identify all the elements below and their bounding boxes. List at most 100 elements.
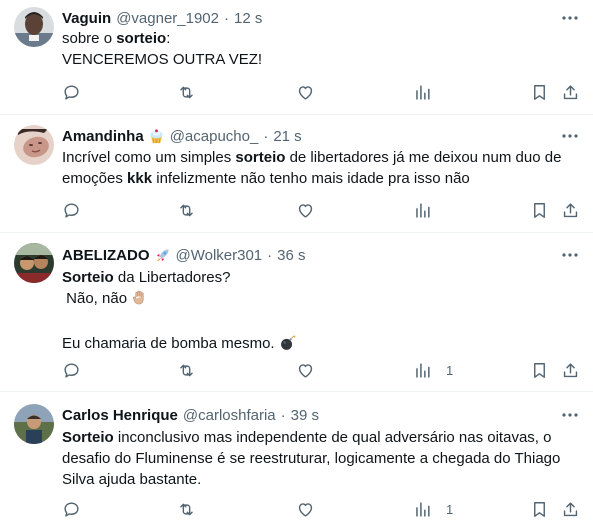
tweet-text: sobre o sorteio: VENCEREMOS OUTRA VEZ!: [62, 28, 569, 70]
display-name[interactable]: ABELIZADO: [62, 247, 150, 264]
timestamp[interactable]: 21 s: [273, 128, 301, 145]
share-icon: [563, 202, 578, 217]
rocket-emoji-icon: [154, 247, 171, 264]
user-handle[interactable]: @acapucho_: [170, 128, 259, 145]
more-options-icon[interactable]: [561, 127, 579, 145]
retweet-icon: [180, 503, 193, 515]
avatar[interactable]: [14, 243, 54, 283]
avatar[interactable]: [14, 7, 54, 47]
like-button[interactable]: [296, 359, 315, 381]
bookmark-button[interactable]: [530, 498, 549, 520]
reply-button[interactable]: [62, 359, 81, 381]
views-button[interactable]: 1: [413, 498, 453, 520]
user-handle[interactable]: @Wolker301: [176, 247, 263, 264]
like-button[interactable]: [296, 199, 315, 221]
avatar[interactable]: [14, 125, 54, 165]
tweet-feed: Vaguin @vagner_1902 · 12 s sobre o sorte…: [0, 0, 593, 524]
heart-icon: [298, 85, 313, 100]
tweet[interactable]: Vaguin @vagner_1902 · 12 s sobre o sorte…: [0, 0, 593, 115]
share-button[interactable]: [561, 81, 580, 103]
bookmark-button[interactable]: [530, 199, 549, 221]
retweet-icon: [180, 364, 193, 376]
avatar[interactable]: [14, 404, 54, 444]
bookmark-button[interactable]: [530, 359, 549, 381]
tweet-text: Incrível como um simples sorteio de libe…: [62, 147, 569, 189]
retweet-button[interactable]: [177, 199, 196, 221]
bookmark-icon: [534, 84, 545, 100]
share-button[interactable]: [561, 498, 580, 520]
like-button[interactable]: [296, 81, 315, 103]
more-options-icon[interactable]: [561, 9, 579, 27]
tweet-actions: 1: [0, 498, 593, 520]
retweet-button[interactable]: [177, 498, 196, 520]
timestamp[interactable]: 12 s: [234, 10, 262, 27]
tweet-text: Sorteio da Libertadores? Não, não Eu cha…: [62, 267, 569, 357]
tweet-line: emoções kkk infelizmente não tenho mais …: [62, 170, 470, 187]
user-handle[interactable]: @carloshfaria: [183, 407, 276, 424]
views-chart-icon: [416, 202, 430, 218]
tweet[interactable]: Carlos Henrique @carloshfaria · 39 s Sor…: [0, 392, 593, 524]
heart-icon: [298, 203, 313, 218]
bookmark-icon: [534, 362, 545, 378]
views-button[interactable]: [413, 81, 446, 103]
tweet-line: Silva ajuda bastante.: [62, 471, 202, 488]
bookmark-icon: [534, 202, 545, 218]
views-chart-icon: [416, 362, 430, 378]
tweet-actions: [0, 81, 593, 103]
retweet-button[interactable]: [177, 81, 196, 103]
more-options-icon[interactable]: [561, 406, 579, 424]
tweet-line: desafio do Fluminense é se reestruturar,…: [62, 450, 561, 467]
timestamp[interactable]: 36 s: [277, 247, 305, 264]
separator-dot: ·: [267, 246, 273, 264]
display-name[interactable]: Carlos Henrique: [62, 407, 178, 424]
raised-hand-emoji-icon: [131, 289, 148, 312]
heart-icon: [298, 363, 313, 378]
user-handle[interactable]: @vagner_1902: [116, 10, 219, 27]
tweet-actions: 1: [0, 359, 593, 381]
retweet-button[interactable]: [177, 359, 196, 381]
retweet-icon: [180, 86, 193, 98]
like-button[interactable]: [296, 498, 315, 520]
share-button[interactable]: [561, 359, 580, 381]
views-count: 1: [446, 362, 454, 378]
share-icon: [563, 362, 578, 377]
views-count: 1: [446, 501, 454, 517]
heart-icon: [298, 502, 313, 517]
share-icon: [563, 501, 578, 516]
separator-dot: ·: [263, 127, 269, 145]
tweet-line: Sorteio da Libertadores?: [62, 269, 231, 286]
display-name[interactable]: Amandinha: [62, 128, 144, 145]
reply-icon: [64, 362, 79, 378]
separator-dot: ·: [224, 9, 229, 27]
bookmark-button[interactable]: [530, 81, 549, 103]
tweet-line: Sorteio inconclusivo mas independente de…: [62, 429, 552, 446]
tweet-line: Incrível como um simples sorteio de libe…: [62, 149, 562, 166]
tweet-line: VENCEREMOS OUTRA VEZ!: [62, 51, 263, 68]
cupcake-emoji-icon: [148, 128, 165, 145]
tweet[interactable]: Amandinha @acapucho_ · 21 s Incrível com…: [0, 115, 593, 233]
bookmark-icon: [534, 501, 545, 517]
reply-icon: [64, 84, 79, 100]
reply-icon: [64, 501, 79, 517]
reply-button[interactable]: [62, 498, 81, 520]
tweet-line: Eu chamaria de bomba mesmo.: [62, 333, 569, 357]
tweet[interactable]: ABELIZADO @Wolker301 · 36 s Sorteio da L…: [0, 233, 593, 392]
views-chart-icon: [416, 501, 430, 517]
views-button[interactable]: 1: [413, 359, 453, 381]
display-name[interactable]: Vaguin: [62, 10, 111, 27]
separator-dot: ·: [280, 406, 286, 424]
reply-button[interactable]: [62, 199, 81, 221]
share-button[interactable]: [561, 199, 580, 221]
reply-button[interactable]: [62, 81, 81, 103]
tweet-text: Sorteio inconclusivo mas independente de…: [62, 427, 569, 490]
timestamp[interactable]: 39 s: [291, 407, 319, 424]
more-options-icon[interactable]: [561, 246, 579, 264]
views-button[interactable]: [413, 199, 446, 221]
tweet-actions: [0, 199, 593, 221]
tweet-line: sobre o sorteio:: [62, 30, 171, 47]
reply-icon: [64, 202, 79, 218]
share-icon: [563, 84, 578, 99]
views-chart-icon: [416, 84, 430, 100]
bomb-emoji-icon: [279, 334, 296, 357]
